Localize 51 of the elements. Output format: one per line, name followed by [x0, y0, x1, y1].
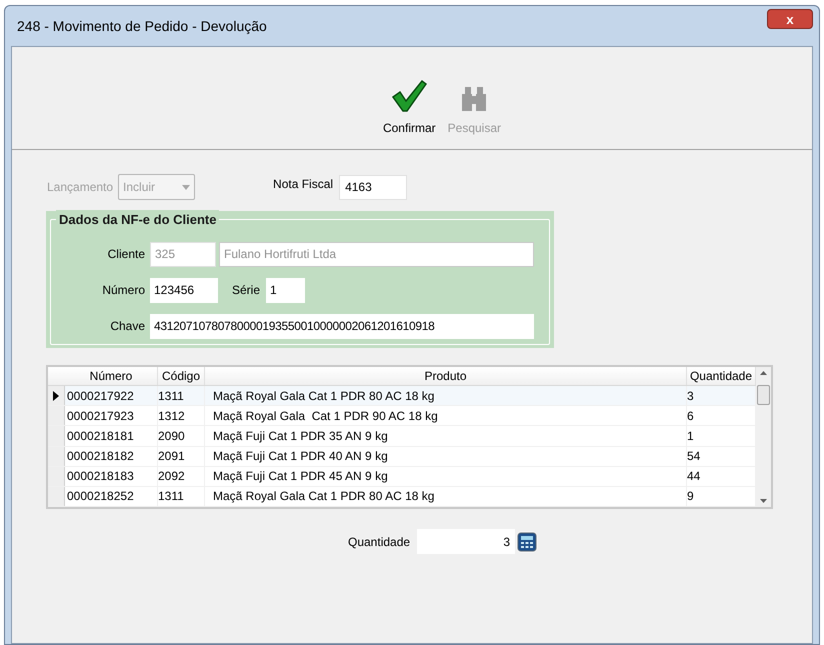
table-cell: 0000218252	[65, 486, 158, 506]
binoculars-icon	[461, 85, 488, 113]
scroll-down-icon	[760, 499, 767, 503]
table-row[interactable]: 0000218181 2090 Maçã Fuji Cat 1 PDR 35 AN 9 kg 1	[48, 426, 756, 447]
table-row[interactable]: 0000217922 1311 Maçã Royal Gala Cat 1 PDR 80 AC 18 kg 3	[48, 386, 756, 406]
confirm-button[interactable]: Confirmar	[382, 79, 436, 137]
table-row[interactable]: 0000217923 1312 Maçã Royal Gala Cat 1 PDR 90 AC 18 kg 6	[48, 406, 756, 426]
field-label: Lançamento	[47, 179, 114, 196]
table-cell: 0000218183	[65, 466, 158, 486]
table-cell: 0000217922	[65, 386, 158, 406]
column-header[interactable]: Número	[65, 367, 158, 385]
table-cell: 0000218182	[65, 446, 158, 466]
scrollbar[interactable]	[756, 367, 771, 507]
table-cell: Maçã Fuji Cat 1 PDR 45 AN 9 kg	[205, 466, 687, 486]
table-cell: Maçã Royal Gala Cat 1 PDR 80 AC 18 kg	[205, 386, 687, 406]
column-header[interactable]: Produto	[205, 367, 687, 385]
field-label: Número	[101, 282, 146, 299]
table-cell: 1311	[158, 486, 205, 506]
access-key-field[interactable]: 43120710780780000193550010000002061201610918	[150, 314, 534, 338]
table-cell: 2092	[158, 466, 205, 486]
calculator-icon[interactable]	[517, 532, 538, 552]
field-label: Nota Fiscal	[273, 176, 334, 193]
column-header[interactable]: Código	[158, 367, 205, 385]
field-label: Chave	[109, 318, 146, 335]
table-row[interactable]: 0000218183 2092 Maçã Fuji Cat 1 PDR 45 AN 9 kg 44	[48, 466, 756, 487]
table-cell: Maçã Fuji Cat 1 PDR 40 AN 9 kg	[205, 446, 687, 466]
window-title: 248 - Movimento de Pedido - Devolução	[17, 16, 267, 36]
table-cell: Maçã Royal Gala Cat 1 PDR 80 AC 18 kg	[205, 486, 687, 506]
table-cell: 0000217923	[65, 406, 158, 426]
table-cell: Maçã Fuji Cat 1 PDR 35 AN 9 kg	[205, 426, 687, 446]
table-cell: Maçã Royal Gala Cat 1 PDR 90 AC 18 kg	[205, 406, 687, 426]
table-cell: 1312	[158, 406, 205, 426]
scroll-thumb[interactable]	[757, 385, 770, 405]
table-cell: 2090	[158, 426, 205, 446]
table-cell: 2091	[158, 446, 205, 466]
number-field[interactable]: 123456	[150, 278, 218, 302]
quantity-field[interactable]: 3	[417, 529, 516, 554]
checkmark-icon	[391, 79, 428, 113]
scroll-up-icon	[760, 371, 767, 375]
field-label: Quantidade	[348, 534, 410, 550]
field-label: Série	[232, 282, 260, 299]
caret-icon	[182, 184, 190, 190]
invoice-field[interactable]: 4163	[339, 174, 408, 200]
table-cell: 1311	[158, 386, 205, 406]
table-row[interactable]: 0000218182 2091 Maçã Fuji Cat 1 PDR 40 AN 9 kg 54	[48, 446, 756, 467]
series-field[interactable]: 1	[266, 278, 306, 302]
close-button[interactable]: x	[767, 9, 813, 29]
table-row[interactable]: 0000218252 1311 Maçã Royal Gala Cat 1 PDR 80 AC 18 kg 9	[48, 486, 756, 508]
row-pointer-icon	[53, 390, 59, 401]
field-label: Cliente	[106, 246, 146, 263]
table-cell: 0000218181	[65, 426, 158, 446]
